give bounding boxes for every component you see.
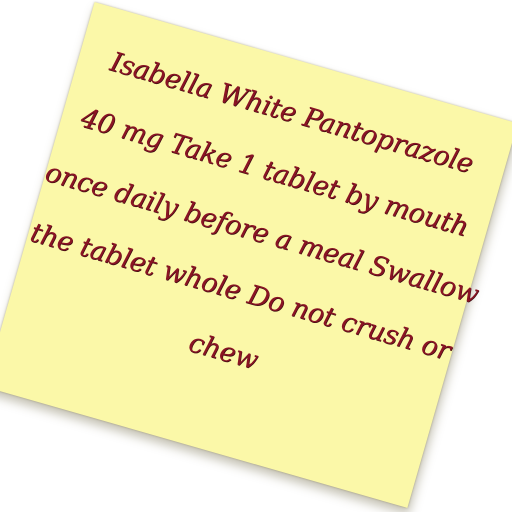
photo-canvas: Isabella White Pantoprazole 40 mg Take 1… <box>0 0 512 512</box>
handwritten-prescription: Isabella White Pantoprazole 40 mg Take 1… <box>3 23 511 442</box>
sticky-note: Isabella White Pantoprazole 40 mg Take 1… <box>0 2 512 508</box>
